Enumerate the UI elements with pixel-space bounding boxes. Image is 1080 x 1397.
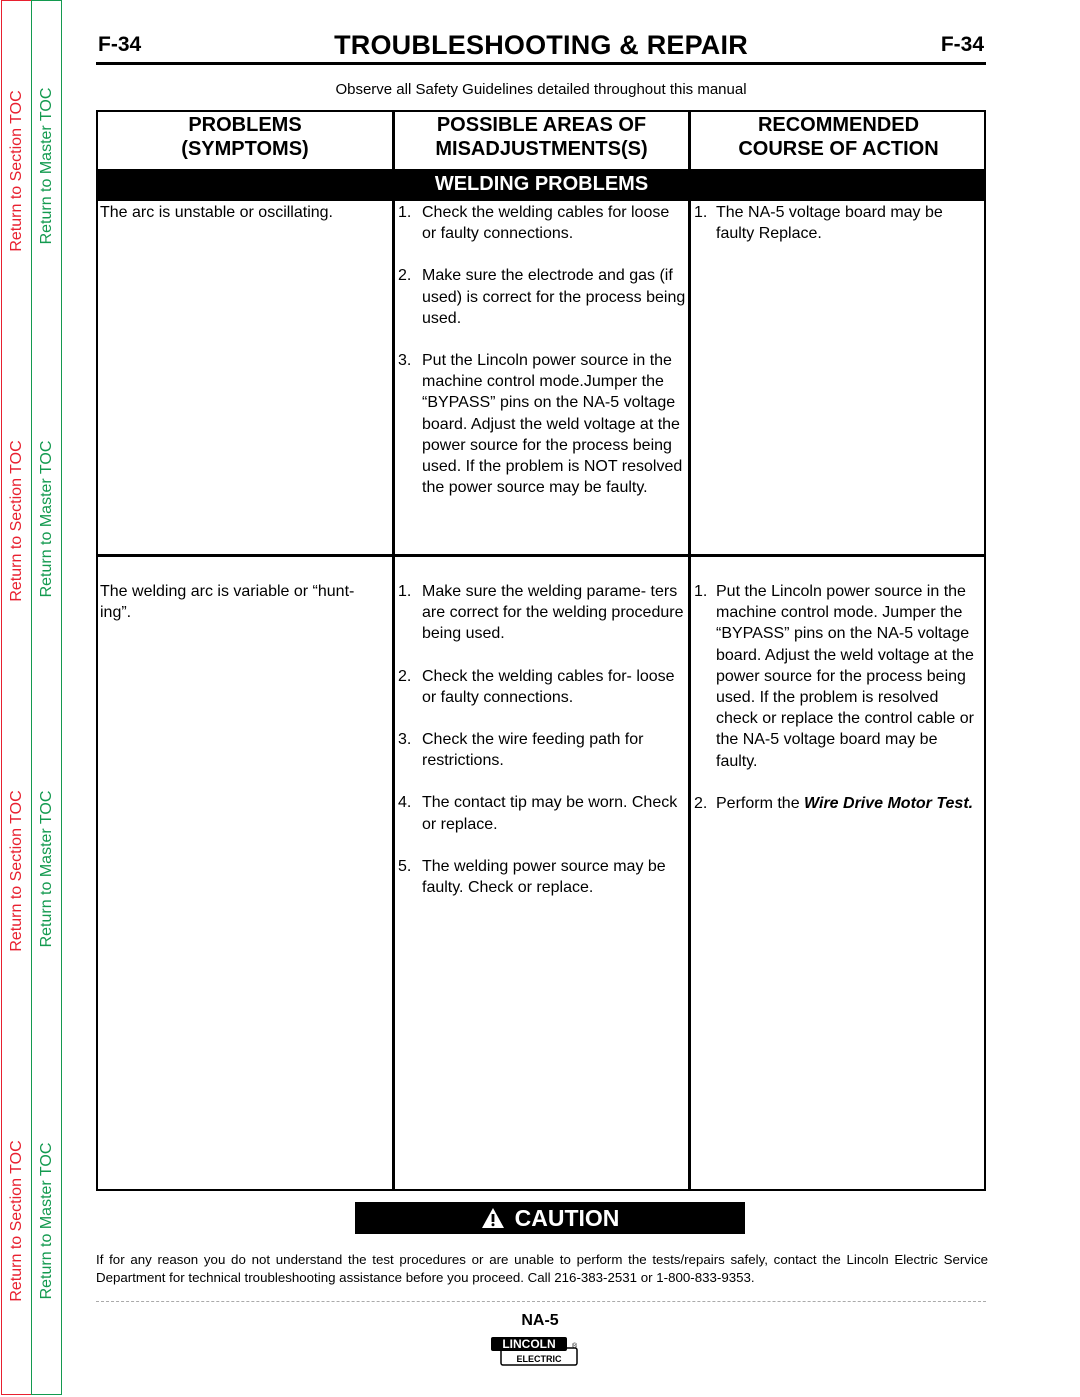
lincoln-electric-logo: LINCOLN ELECTRIC ® <box>491 1337 578 1366</box>
return-to-section-toc-link[interactable]: Return to Section TOC <box>7 771 27 971</box>
footer-divider <box>96 1301 986 1302</box>
item-number: 5. <box>398 857 412 875</box>
problem-cell: The arc is unstable or oscillating. <box>100 204 333 221</box>
caution-banner: CAUTION <box>355 1202 745 1234</box>
item-text: Check the wire feeding path for restrict… <box>422 731 644 770</box>
column-header-line: (SYMPTOMS) <box>181 138 309 160</box>
item-text: The welding power source may be faulty. … <box>422 857 666 897</box>
item-number: 4. <box>398 794 412 812</box>
item-number: 3. <box>398 352 412 370</box>
column-header-course-of-action: RECOMMENDED COURSE OF ACTION <box>691 112 986 169</box>
wire-drive-motor-test-link[interactable]: Wire Drive Motor Test. <box>804 795 973 812</box>
item-text: Perform the Wire Drive Motor Test. <box>716 793 982 814</box>
column-header-line: PROBLEMS <box>188 114 302 136</box>
misadjustments-cell: 1. Make sure the welding parame- ters are… <box>398 581 686 919</box>
warning-triangle-icon <box>481 1208 504 1228</box>
item-number: 1. <box>398 204 412 221</box>
safety-note: Observe all Safety Guidelines detailed t… <box>335 81 747 98</box>
item-number: 2. <box>398 267 412 285</box>
item-text: Check the welding cables for- loose or f… <box>422 667 675 706</box>
return-to-master-toc-link[interactable]: Return to Master TOC <box>37 66 57 266</box>
column-header-misadjustments: POSSIBLE AREAS OF MISADJUSTMENTS(S) <box>395 112 688 169</box>
list-item: 2. Check the welding cables for- loose or… <box>398 666 686 708</box>
item-number: 1. <box>694 583 708 600</box>
item-number: 2. <box>694 794 708 812</box>
return-to-section-toc-link[interactable]: Return to Section TOC <box>7 71 27 271</box>
actions-cell: 1. Put the Lincoln power source in the ma… <box>694 581 982 835</box>
item-text: Put the Lincoln power source in the mach… <box>716 583 974 770</box>
caution-message: If for any reason you do not understand … <box>96 1252 988 1285</box>
column-header-line: POSSIBLE AREAS OF <box>436 114 647 136</box>
return-to-master-toc-link[interactable]: Return to Master TOC <box>37 1121 57 1321</box>
column-divider <box>392 112 395 1189</box>
actions-cell: 1. The NA-5 voltage board may be faulty R… <box>694 202 982 265</box>
item-text: Check the welding cables for loose or fa… <box>422 204 670 243</box>
section-band-label: WELDING PROBLEMS <box>434 173 649 195</box>
list-item: 1. Check the welding cables for loose or … <box>398 202 686 244</box>
return-to-section-toc-link[interactable]: Return to Section TOC <box>7 421 27 621</box>
list-item: 5. The welding power source may be faulty… <box>398 856 686 898</box>
list-item: 2. Perform the Wire Drive Motor Test. <box>694 793 982 814</box>
return-to-section-toc-link[interactable]: Return to Section TOC <box>7 1121 27 1321</box>
item-number: 1. <box>398 583 412 600</box>
page-title: TROUBLESHOOTING & REPAIR <box>334 30 748 60</box>
list-item: 1. Make sure the welding parame- ters are… <box>398 581 686 645</box>
section-toc-sidebar: Return to Section TOC Return to Section … <box>1 0 32 1395</box>
list-item: 1. The NA-5 voltage board may be faulty R… <box>694 202 982 244</box>
page-number-left: F-34 <box>98 33 142 56</box>
column-header-line: MISADJUSTMENTS(S) <box>435 138 648 160</box>
master-toc-sidebar: Return to Master TOC Return to Master TO… <box>31 0 62 1395</box>
item-number: 2. <box>398 667 412 685</box>
page-number-right: F-34 <box>940 33 984 56</box>
item-text: Make sure the electrode and gas (if used… <box>422 267 686 327</box>
problem-cell: The welding arc is variable or “hunt- in… <box>100 583 355 622</box>
item-number: 1. <box>694 204 708 221</box>
return-to-master-toc-link[interactable]: Return to Master TOC <box>37 769 57 969</box>
item-text: The NA-5 voltage board may be faulty Rep… <box>716 204 943 243</box>
column-header-line: RECOMMENDED <box>757 114 920 136</box>
list-item: 3. Put the Lincoln power source in the ma… <box>398 350 686 498</box>
section-band: WELDING PROBLEMS <box>98 169 984 201</box>
return-to-master-toc-link[interactable]: Return to Master TOC <box>37 419 57 619</box>
caution-label: CAUTION <box>514 1204 620 1231</box>
list-item: 3. Check the wire feeding path for restri… <box>398 729 686 771</box>
list-item: 4. The contact tip may be worn. Check or … <box>398 792 686 834</box>
logo-text-bottom: ELECTRIC <box>517 1354 563 1364</box>
model-label: NA-5 <box>521 1312 559 1329</box>
title-rule <box>96 62 986 65</box>
item-text-prefix: Perform the <box>716 794 805 812</box>
item-text: The contact tip may be worn. Check or re… <box>422 794 678 833</box>
item-number: 3. <box>398 731 412 749</box>
registered-mark: ® <box>572 1342 578 1350</box>
column-divider <box>688 112 691 1189</box>
logo-text-top: LINCOLN <box>502 1337 555 1351</box>
column-header-line: COURSE OF ACTION <box>738 138 939 160</box>
item-text: Make sure the welding parame- ters are c… <box>422 583 684 643</box>
troubleshooting-table: PROBLEMS (SYMPTOMS) POSSIBLE AREAS OF MI… <box>96 110 986 1191</box>
column-header-problems: PROBLEMS (SYMPTOMS) <box>98 112 392 169</box>
misadjustments-cell: 1. Check the welding cables for loose or … <box>398 202 686 519</box>
item-text: Put the Lincoln power source in the mach… <box>422 352 683 497</box>
list-item: 1. Put the Lincoln power source in the ma… <box>694 581 982 772</box>
row-divider <box>98 554 984 557</box>
list-item: 2. Make sure the electrode and gas (if us… <box>398 265 686 329</box>
